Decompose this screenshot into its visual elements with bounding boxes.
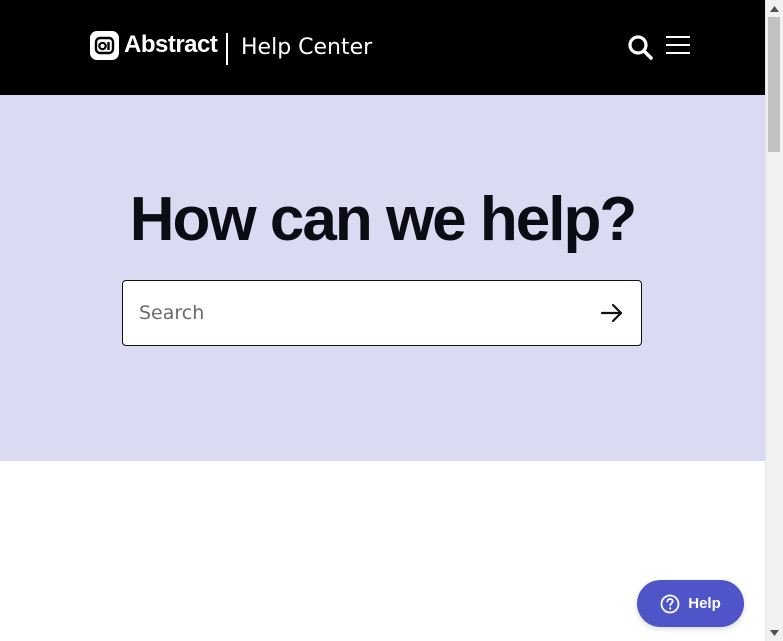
caret-down-icon [770, 629, 779, 636]
question-circle-icon [660, 594, 680, 613]
caret-up-icon [770, 5, 779, 12]
search-input[interactable] [139, 281, 579, 345]
search-icon [628, 35, 653, 60]
help-widget-label: Help [688, 595, 721, 612]
abstract-logo-icon [90, 30, 119, 60]
hamburger-menu-icon [666, 36, 690, 54]
abstract-logo[interactable]: Abstract [90, 30, 218, 60]
search-box [122, 280, 642, 346]
scroll-thumb[interactable] [768, 17, 780, 152]
search-button[interactable] [626, 33, 654, 61]
help-center-link[interactable]: Help Center [241, 33, 372, 63]
brand-name: Abstract [124, 31, 218, 58]
header-divider [226, 33, 228, 65]
hero-section: How can we help? [0, 95, 765, 461]
arrow-right-icon [600, 303, 623, 323]
menu-button[interactable] [665, 35, 691, 55]
search-submit-button[interactable] [599, 301, 625, 325]
scroll-up-button[interactable] [766, 0, 783, 17]
help-widget-button[interactable]: Help [637, 580, 744, 627]
page: Abstract Help Center How can we help? Se… [0, 0, 765, 641]
vertical-scrollbar[interactable] [765, 0, 783, 641]
hero-title: How can we help? [129, 185, 637, 254]
scroll-down-button[interactable] [766, 624, 783, 641]
site-header: Abstract Help Center [0, 0, 765, 95]
